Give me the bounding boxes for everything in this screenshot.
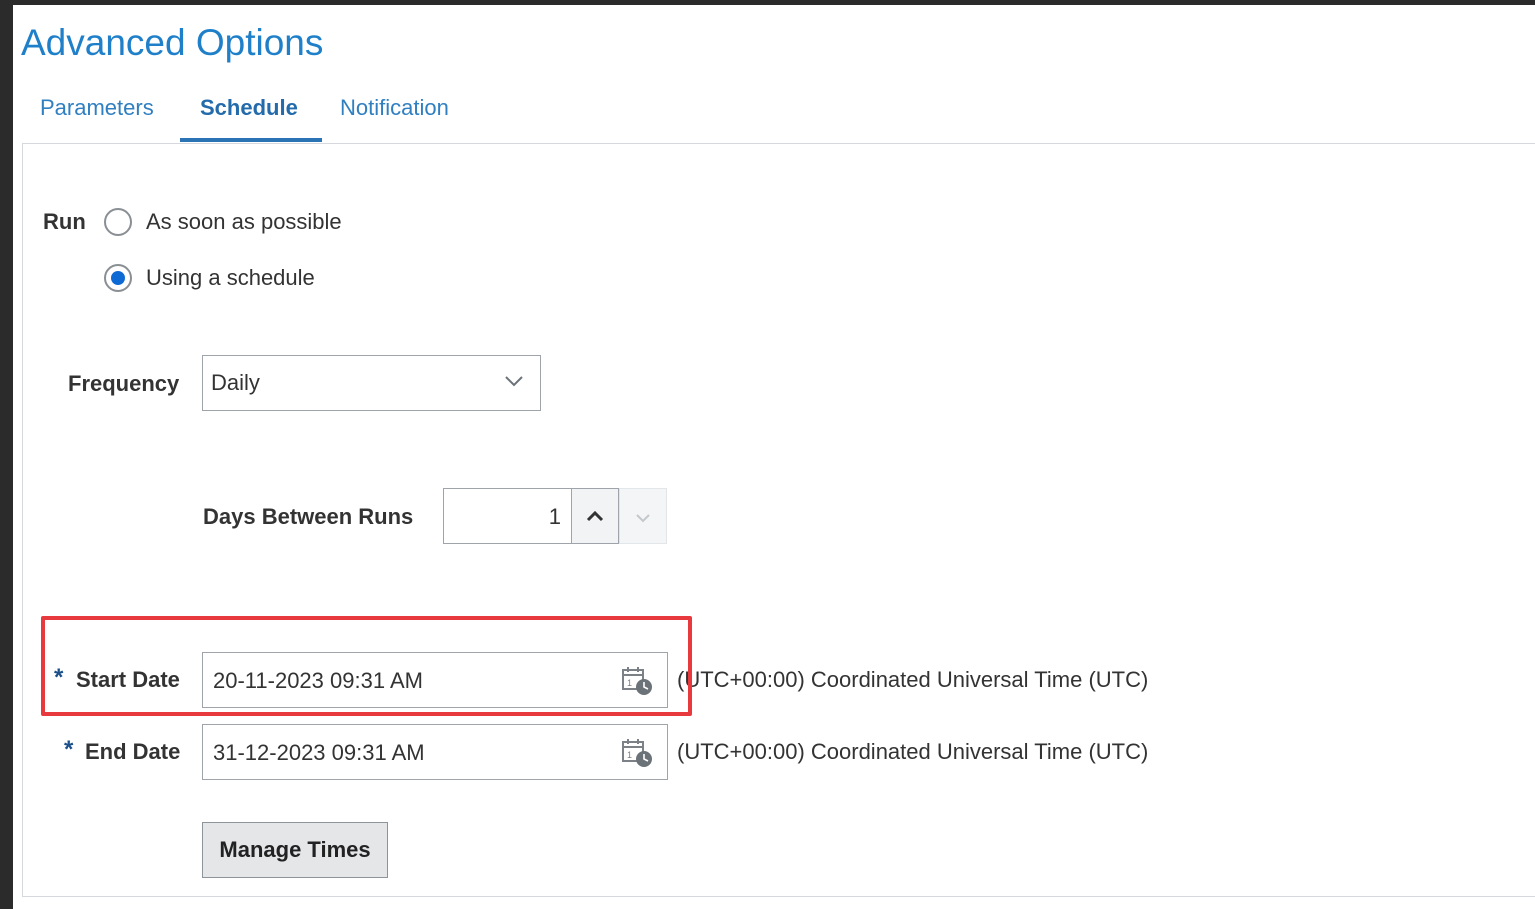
tab-schedule[interactable]: Schedule — [200, 93, 298, 123]
using-a-schedule-label[interactable]: Using a schedule — [146, 264, 315, 292]
tab-notification[interactable]: Notification — [340, 93, 449, 123]
dialog-frame: Advanced Options Parameters Schedule Not… — [13, 5, 1535, 909]
end-date-timezone: (UTC+00:00) Coordinated Universal Time (… — [677, 739, 1149, 764]
run-label: Run — [43, 209, 86, 234]
frequency-value: Daily — [211, 370, 260, 395]
calendar-clock-icon[interactable]: 1 — [621, 737, 655, 769]
frequency-select[interactable]: Daily — [202, 355, 541, 411]
required-marker: * — [54, 664, 64, 691]
radio-as-soon-as-possible[interactable] — [104, 208, 132, 236]
end-date-value: 31-12-2023 09:31 AM — [213, 740, 425, 765]
svg-text:1: 1 — [627, 678, 632, 688]
chevron-down-icon — [504, 374, 524, 393]
start-date-field[interactable]: 20-11-2023 09:31 AM 1 — [202, 652, 668, 708]
days-between-runs-input[interactable]: 1 — [443, 488, 572, 544]
end-date-label: End Date — [85, 739, 181, 764]
end-date-field[interactable]: 31-12-2023 09:31 AM 1 — [202, 724, 668, 780]
start-date-timezone: (UTC+00:00) Coordinated Universal Time (… — [677, 667, 1149, 692]
days-between-runs-stepper: 1 — [443, 488, 667, 544]
increment-button[interactable] — [571, 488, 619, 544]
tab-parameters[interactable]: Parameters — [40, 93, 154, 123]
active-tab-indicator — [180, 138, 322, 142]
chevron-down-icon — [636, 514, 650, 523]
days-between-runs-label: Days Between Runs — [203, 504, 414, 529]
calendar-clock-icon[interactable]: 1 — [621, 665, 655, 697]
start-date-value: 20-11-2023 09:31 AM — [213, 668, 423, 693]
radio-selected-dot — [111, 271, 125, 285]
manage-times-button[interactable]: Manage Times — [202, 822, 388, 878]
svg-text:1: 1 — [627, 750, 632, 760]
chevron-up-icon — [586, 510, 604, 522]
radio-using-a-schedule[interactable] — [104, 264, 132, 292]
decrement-button[interactable] — [619, 488, 667, 544]
as-soon-as-possible-label[interactable]: As soon as possible — [146, 208, 342, 236]
start-date-label: Start Date — [76, 667, 180, 692]
frequency-label: Frequency — [68, 371, 180, 396]
required-marker: * — [64, 736, 74, 763]
page-title: Advanced Options — [21, 22, 324, 63]
days-between-runs-value: 1 — [548, 504, 561, 529]
